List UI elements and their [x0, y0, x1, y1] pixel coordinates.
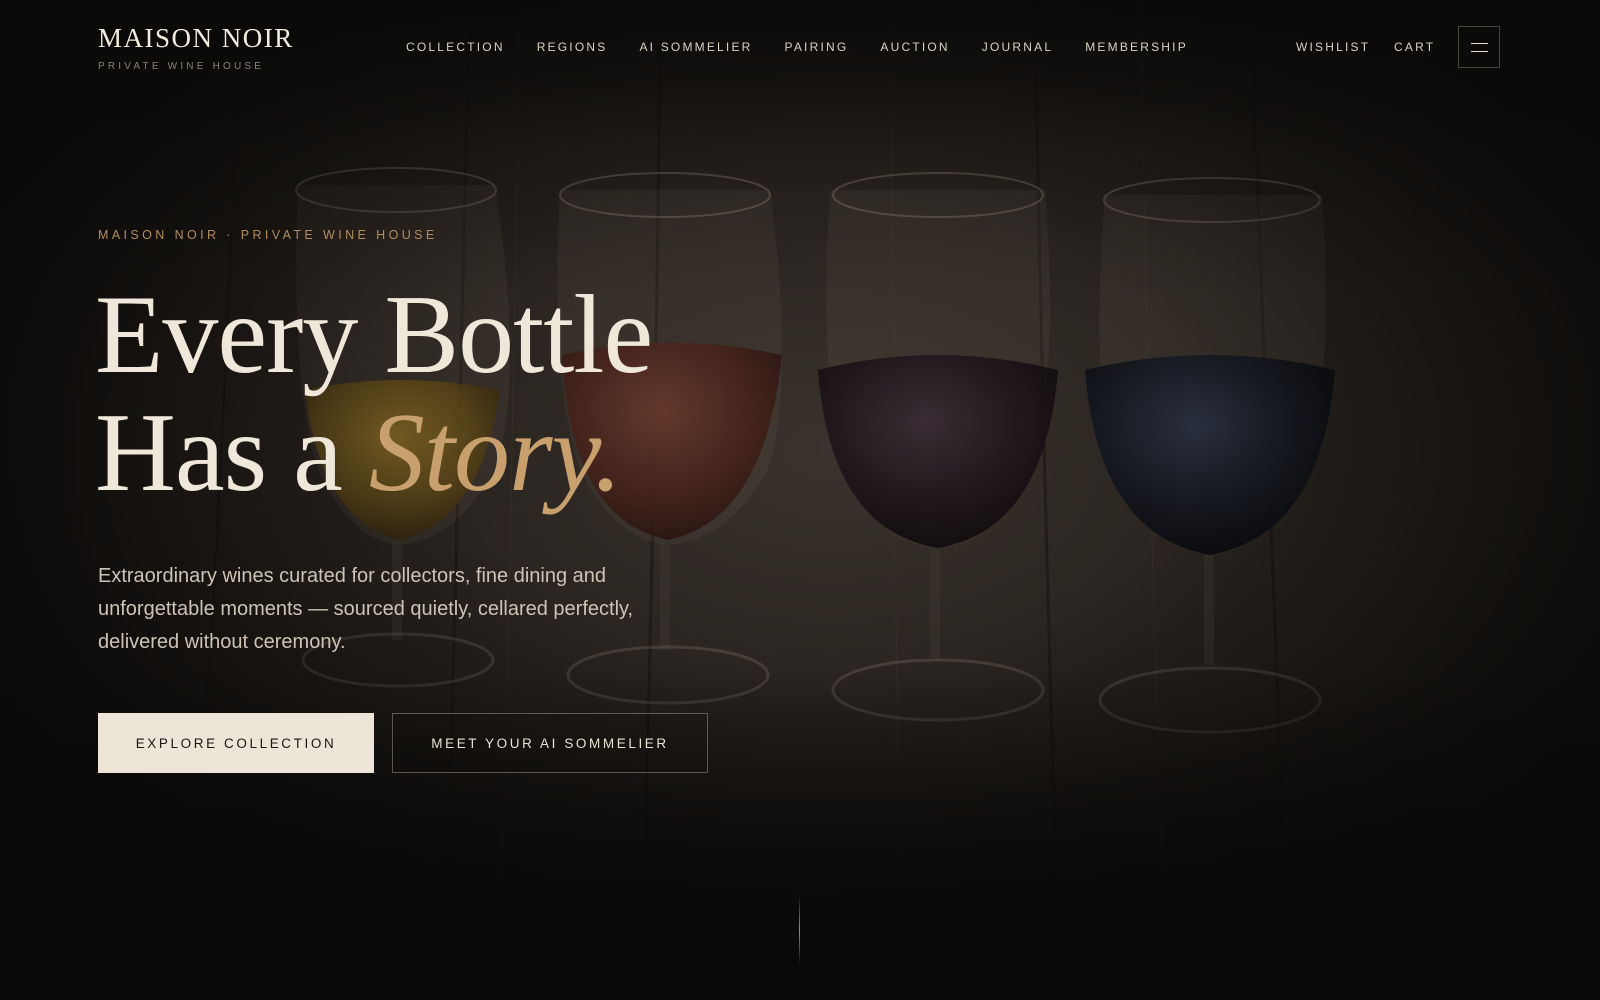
- nav-item-membership[interactable]: MEMBERSHIP: [1085, 40, 1188, 54]
- menu-button[interactable]: [1458, 26, 1500, 68]
- meet-ai-sommelier-button[interactable]: MEET YOUR AI SOMMELIER: [392, 713, 708, 773]
- headline-accent: Story: [368, 391, 595, 515]
- nav-item-journal[interactable]: JOURNAL: [982, 40, 1053, 54]
- hero-eyebrow: MAISON NOIR · PRIVATE WINE HOUSE: [98, 228, 438, 242]
- hamburger-menu-icon: [1471, 43, 1488, 44]
- hero-headline: Every Bottle Has a Story.: [95, 273, 653, 512]
- headline-suffix: .: [594, 391, 622, 515]
- headline-line-2: Has a Story.: [95, 394, 652, 512]
- hamburger-menu-icon: [1471, 51, 1488, 52]
- hero-section: MAISON NOIR · PRIVATE WINE HOUSE Every B…: [95, 0, 898, 1000]
- cart-link[interactable]: CART: [1394, 40, 1435, 54]
- headline-line-1: Every Bottle: [95, 273, 653, 397]
- scroll-indicator: [799, 895, 800, 965]
- wishlist-link[interactable]: WISHLIST: [1296, 40, 1370, 54]
- hero-description: Extraordinary wines curated for collecto…: [98, 565, 634, 653]
- explore-collection-button[interactable]: EXPLORE COLLECTION: [98, 713, 374, 773]
- headline-prefix: Has a: [95, 391, 369, 515]
